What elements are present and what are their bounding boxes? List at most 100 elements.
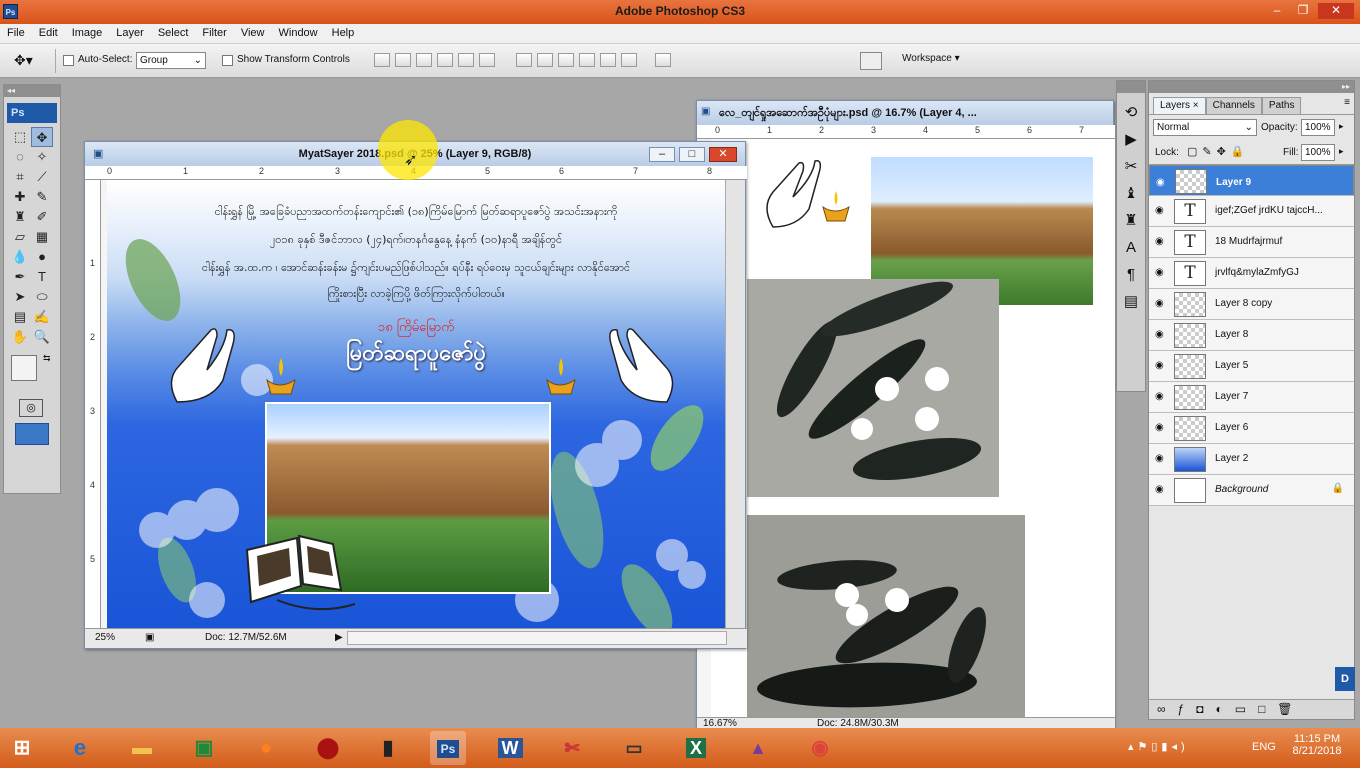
layer-row[interactable]: ◉ Layer 5 — [1149, 351, 1354, 382]
align-vcenter-icon[interactable] — [395, 53, 411, 67]
close-button[interactable]: ✕ — [1318, 3, 1354, 19]
eye-icon[interactable]: ◉ — [1155, 422, 1169, 433]
menu-help[interactable]: Help — [325, 24, 362, 43]
acrobat-icon[interactable]: ✄ — [554, 731, 590, 765]
word-icon[interactable]: W — [492, 731, 528, 765]
layer-comps-icon[interactable]: ▤ — [1121, 288, 1141, 315]
quick-mask-icon[interactable]: ◎ — [19, 399, 43, 417]
eye-icon[interactable]: ◉ — [1155, 267, 1169, 278]
foreground-color-swatch[interactable] — [11, 355, 37, 381]
show-transform-checkbox[interactable] — [222, 54, 233, 66]
panel-menu-icon[interactable]: ≡ — [1344, 97, 1350, 108]
menu-layer[interactable]: Layer — [109, 24, 151, 43]
doc1-horizontal-scrollbar[interactable] — [347, 631, 727, 645]
brushes-panel-icon[interactable]: ♝ — [1121, 180, 1141, 207]
align-top-icon[interactable] — [374, 53, 390, 67]
slice-tool-icon[interactable]: ⟋ — [31, 167, 53, 187]
fill-input[interactable]: 100% — [1301, 144, 1335, 161]
pen-tool-icon[interactable]: ✒ — [9, 267, 31, 287]
tool-presets-icon[interactable]: ✂ — [1121, 153, 1141, 180]
lock-icons[interactable]: ▢✎✥🔒 — [1187, 145, 1250, 158]
palette-well-icon[interactable] — [860, 52, 882, 70]
eye-icon[interactable]: ◉ — [1155, 205, 1169, 216]
menu-filter[interactable]: Filter — [195, 24, 233, 43]
panel-strip-header[interactable] — [1117, 81, 1145, 93]
doc1-close-button[interactable]: ✕ — [709, 147, 737, 162]
eye-icon[interactable]: ◉ — [1155, 360, 1169, 371]
gradient-tool-icon[interactable]: ▦ — [31, 227, 53, 247]
layer-row[interactable]: ◉ Layer 6 — [1149, 413, 1354, 444]
eye-icon[interactable]: ◉ — [1155, 453, 1169, 464]
doc2-canvas[interactable] — [711, 139, 1115, 717]
auto-select-dropdown[interactable]: Group ⌄ — [136, 52, 206, 69]
marquee-tool-icon[interactable]: ⬚ — [9, 127, 31, 147]
menu-file[interactable]: File — [0, 24, 32, 43]
doc1-nav-icon[interactable]: ▣ — [145, 632, 154, 643]
ie-icon[interactable]: e — [62, 731, 98, 765]
poster-canvas[interactable]: ငါန်းရွှန် မြို့ အခြေခံပညာအထက်တန်းကျောင်… — [107, 180, 725, 628]
eye-icon[interactable]: ◉ — [1155, 391, 1169, 402]
chrome-icon[interactable]: ◉ — [802, 731, 838, 765]
clone-source-icon[interactable]: ♜ — [1121, 207, 1141, 234]
eye-icon[interactable]: ◉ — [1155, 484, 1169, 495]
actions-panel-icon[interactable]: ▶ — [1121, 126, 1141, 153]
distribute-bottom-icon[interactable] — [558, 53, 574, 67]
magic-wand-icon[interactable]: ✧ — [31, 147, 53, 167]
layer-row[interactable]: ◉ Tjrvlfq&mylaZmfyGJ — [1149, 258, 1354, 289]
opacity-slider-arrow-icon[interactable]: ▸ — [1339, 121, 1344, 132]
blend-mode-dropdown[interactable]: Normal ⌄ — [1153, 119, 1257, 136]
blur-tool-icon[interactable]: 💧 — [9, 247, 31, 267]
layers-panel-header[interactable]: ▸▸ — [1149, 81, 1354, 93]
align-left-icon[interactable] — [437, 53, 453, 67]
paint-icon[interactable]: ▲ — [740, 731, 776, 765]
eraser-tool-icon[interactable]: ▱ — [9, 227, 31, 247]
layer-row[interactable]: ◉ T 18 Mudrfajrmuf — [1149, 227, 1354, 258]
auto-select-checkbox[interactable] — [63, 54, 74, 66]
doc1-vertical-scrollbar[interactable] — [725, 180, 745, 628]
layer-row[interactable]: ◉ Layer 8 copy — [1149, 289, 1354, 320]
type-tool-icon[interactable]: T — [31, 267, 53, 287]
layer-row[interactable]: ◉ Layer 9 — [1149, 165, 1354, 196]
workspace-button[interactable]: Workspace ▾ — [902, 53, 960, 64]
hand-tool-icon[interactable]: ✋ — [9, 327, 31, 347]
firefox-icon[interactable]: ● — [248, 731, 284, 765]
lasso-tool-icon[interactable]: ◌ — [9, 147, 31, 167]
start-button-icon[interactable]: ⊞ — [4, 731, 40, 765]
path-select-icon[interactable]: ➤ — [9, 287, 31, 307]
layer-row[interactable]: ◉ Tigef;ZGef jrdKU tajccH... — [1149, 196, 1354, 227]
taskbar-photoshop-icon[interactable]: Ps — [430, 731, 466, 765]
doc1-maximize-button[interactable]: □ — [679, 147, 705, 162]
doc1-minimize-button[interactable]: – — [649, 147, 675, 162]
menu-image[interactable]: Image — [65, 24, 110, 43]
layer-row[interactable]: ◉ Layer 8 — [1149, 320, 1354, 351]
eye-icon[interactable]: ◉ — [1155, 329, 1169, 340]
align-bottom-icon[interactable] — [416, 53, 432, 67]
menu-view[interactable]: View — [234, 24, 272, 43]
restore-button[interactable]: ❐ — [1292, 3, 1314, 19]
tab-paths[interactable]: Paths — [1261, 97, 1302, 114]
crop-tool-icon[interactable]: ⌗ — [9, 167, 31, 187]
clone-stamp-icon[interactable]: ♜ — [9, 207, 31, 227]
app-window-icon[interactable]: ▭ — [616, 731, 652, 765]
move-tool-icon[interactable]: ✥▾ — [14, 52, 33, 69]
paragraph-panel-icon[interactable]: ¶ — [1121, 261, 1141, 288]
store-icon[interactable]: ▣ — [186, 731, 222, 765]
layer-row[interactable]: ◉ Background 🔒 — [1149, 475, 1354, 506]
eye-icon[interactable]: ◉ — [1155, 236, 1169, 247]
language-indicator[interactable]: ENG — [1252, 741, 1276, 753]
character-panel-icon[interactable]: A — [1121, 234, 1141, 261]
history-brush-icon[interactable]: ✐ — [31, 207, 53, 227]
history-panel-icon[interactable]: ⟲ — [1121, 99, 1141, 126]
eye-icon[interactable]: ◉ — [1155, 298, 1169, 309]
minimize-button[interactable]: – — [1266, 3, 1288, 19]
eye-icon[interactable]: ◉ — [1156, 175, 1170, 188]
swap-colors-icon[interactable]: ⇆ — [43, 353, 51, 364]
clock[interactable]: 11:15 PM 8/21/2018 — [1290, 733, 1344, 757]
distribute-left-icon[interactable] — [579, 53, 595, 67]
brush-tool-icon[interactable]: ✎ — [31, 187, 53, 207]
distribute-top-icon[interactable] — [516, 53, 532, 67]
tab-channels[interactable]: Channels — [1205, 97, 1262, 114]
file-explorer-icon[interactable]: ▬ — [124, 731, 160, 765]
doc2-title[interactable]: လေ_တျင်ရှုအဆောက်အဦပုံများ.psd @ 16.7% (L… — [697, 101, 1113, 125]
opacity-input[interactable]: 100% — [1301, 119, 1335, 136]
